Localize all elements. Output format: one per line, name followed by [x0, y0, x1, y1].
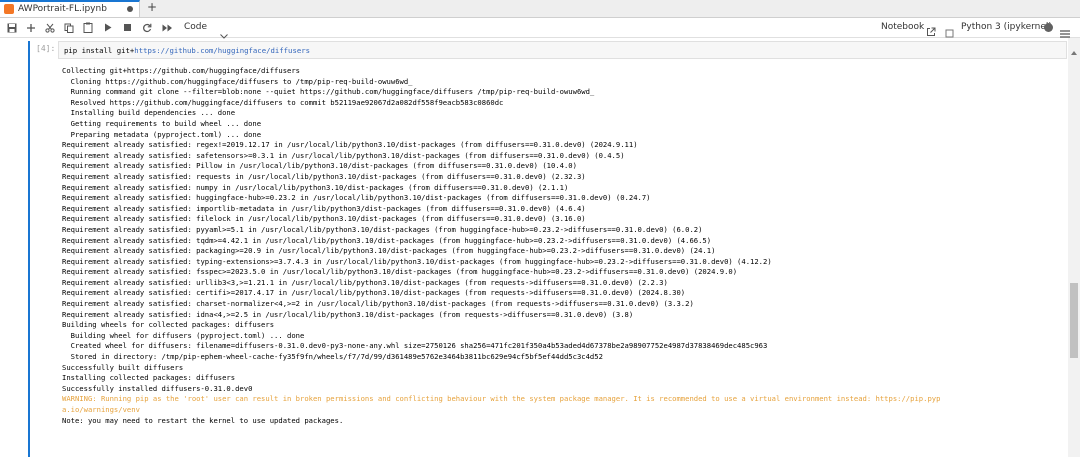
output-line: Requirement already satisfied: tqdm>=4.4… [62, 235, 712, 245]
kernel-status-icon [1044, 23, 1053, 32]
output-line: Requirement already satisfied: numpy in … [62, 182, 569, 192]
output-line: Requirement already satisfied: idna<4,>=… [62, 309, 634, 319]
tab-bar: AWPortrait-FL.ipynb + [0, 0, 1080, 18]
paste-icon[interactable] [81, 20, 95, 35]
output-line: Note: you may need to restart the kernel… [62, 415, 344, 425]
save-icon[interactable] [5, 20, 19, 35]
code-url: https://github.com/huggingface/diffusers [134, 46, 311, 55]
output-line: Requirement already satisfied: fsspec>=2… [62, 267, 738, 277]
output-line: Requirement already satisfied: certifi>=… [62, 288, 686, 298]
output-warning-line: WARNING: Running pip as the 'root' user … [62, 394, 941, 404]
output-line: Requirement already satisfied: regex!=20… [62, 140, 638, 150]
output-line: Installing collected packages: diffusers [62, 373, 236, 383]
active-cell-indicator[interactable] [28, 41, 30, 457]
kernel-name[interactable]: Python 3 (ipykernel) [961, 20, 1052, 35]
bug-icon[interactable] [945, 23, 954, 42]
output-line: Requirement already satisfied: charset-n… [62, 299, 694, 309]
output-line: Requirement already satisfied: Pillow in… [62, 161, 577, 171]
output-line: Collecting git+https://github.com/huggin… [62, 66, 300, 75]
output-line: Cloning https://github.com/huggingface/d… [62, 76, 413, 86]
output-line: Requirement already satisfied: typing-ex… [62, 256, 772, 266]
output-line: Stored in directory: /tmp/pip-ephem-whee… [62, 352, 603, 362]
output-line: Building wheels for collected packages: … [62, 320, 275, 330]
output-line: Running command git clone --filter=blob:… [62, 87, 595, 97]
fast-forward-icon[interactable] [160, 20, 174, 35]
cut-icon[interactable] [43, 20, 57, 35]
output-line: Preparing metadata (pyproject.toml) ... … [62, 129, 262, 139]
run-icon[interactable] [102, 20, 114, 35]
vertical-scrollbar[interactable] [1068, 38, 1080, 457]
output-line: Requirement already satisfied: safetenso… [62, 150, 625, 160]
new-tab-button[interactable]: + [145, 0, 159, 16]
add-icon[interactable] [24, 20, 38, 35]
output-warning-line: a.io/warnings/venv [62, 405, 140, 414]
output-line: Requirement already satisfied: urllib3<3… [62, 277, 668, 287]
external-link-icon[interactable] [926, 22, 936, 41]
cell-type-select[interactable]: Code [184, 20, 207, 35]
output-line: Installing build dependencies ... done [62, 108, 236, 118]
output-line: Requirement already satisfied: packaging… [62, 246, 716, 256]
output-line: Created wheel for diffusers: filename=di… [62, 341, 768, 351]
output-line: Resolved https://github.com/huggingface/… [62, 97, 504, 107]
scroll-up-icon[interactable] [1071, 40, 1077, 59]
output-line: Requirement already satisfied: requests … [62, 171, 586, 181]
code-text[interactable]: pip install git+https://github.com/huggi… [64, 46, 310, 55]
output-line: Getting requirements to build wheel ... … [62, 118, 262, 128]
notebook-toolbar: Code Notebook Python 3 (ipykernel) [0, 18, 1080, 41]
copy-icon[interactable] [62, 20, 76, 35]
code-command: pip install git+ [64, 46, 135, 55]
stop-icon[interactable] [121, 20, 133, 35]
output-line: Building wheel for diffusers (pyproject.… [62, 330, 305, 340]
scrollbar-thumb[interactable] [1070, 283, 1078, 358]
cell-output: Collecting git+https://github.com/huggin… [62, 66, 1062, 426]
notebook-file-icon [4, 4, 14, 14]
output-line: Requirement already satisfied: importlib… [62, 203, 586, 213]
output-line: Requirement already satisfied: pyyaml>=5… [62, 224, 703, 234]
output-line: Successfully installed diffusers-0.31.0.… [62, 383, 253, 393]
unsaved-dot-icon[interactable] [127, 6, 133, 12]
execution-prompt: [4]: [36, 44, 56, 53]
output-line: Requirement already satisfied: huggingfa… [62, 193, 651, 203]
output-line: Requirement already satisfied: filelock … [62, 214, 586, 224]
code-cell-input[interactable]: pip install git+https://github.com/huggi… [58, 41, 1067, 59]
notebook-tab[interactable]: AWPortrait-FL.ipynb [0, 0, 140, 17]
restart-icon[interactable] [141, 20, 153, 35]
open-notebook-view-button[interactable]: Notebook [881, 20, 924, 35]
output-line: Successfully built diffusers [62, 362, 184, 372]
tab-title: AWPortrait-FL.ipynb [18, 4, 107, 14]
